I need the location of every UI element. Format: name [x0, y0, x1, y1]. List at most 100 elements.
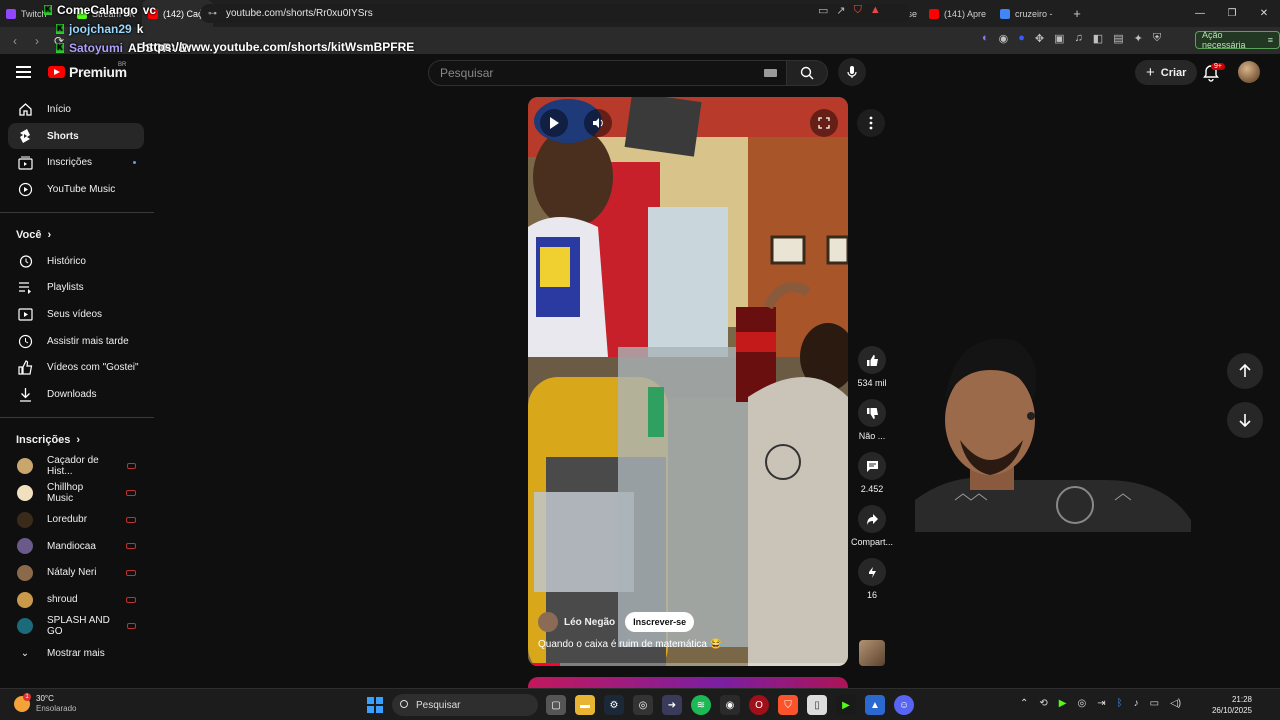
weather-widget[interactable]: 1 30°C Ensolarado [14, 693, 76, 714]
you-section-header[interactable]: Você › [0, 222, 154, 248]
tray-app-icon[interactable]: ◎ [1077, 698, 1086, 709]
screen-icon[interactable]: ▭ [818, 4, 828, 17]
short-caption[interactable]: Quando o caixa é ruim de matemática 😂 [538, 639, 722, 650]
sidebar-item-label: SPLASH AND GO [47, 615, 110, 638]
tray-app-icon[interactable]: ⇥ [1097, 698, 1105, 709]
subscribe-button[interactable]: Inscrever-se [625, 612, 695, 632]
short-video-player[interactable]: Léo Negão Inscrever-se Quando o caixa é … [528, 97, 848, 666]
sidebar-item[interactable]: Vídeos com "Gostei" [8, 355, 144, 382]
sidebar-item[interactable]: Início [8, 96, 144, 123]
action-required-button[interactable]: Ação necessária ≡ [1195, 30, 1280, 50]
account-avatar[interactable] [1238, 61, 1260, 83]
extension-icon[interactable]: ◐ [982, 32, 989, 45]
wallet-icon[interactable]: ▤ [1113, 32, 1123, 45]
media-icon[interactable]: ▣ [1054, 32, 1064, 45]
close-window-button[interactable]: ✕ [1248, 0, 1280, 27]
channel-name[interactable]: Léo Negão [564, 617, 615, 628]
sidebar-item[interactable]: Inscrições [8, 149, 144, 176]
sidebar-item[interactable]: Assistir mais tarde [8, 328, 144, 355]
new-tab-button[interactable]: + [1065, 6, 1089, 21]
bluetooth-icon[interactable]: ᛒ [1117, 698, 1123, 709]
comments-button[interactable]: 2.452 [848, 452, 896, 494]
address-bar[interactable]: ⊶ youtube.com/shorts/Rr0xu0IYSrs [200, 4, 910, 23]
minimize-button[interactable]: — [1184, 0, 1216, 27]
extension-icon[interactable]: ◉ [999, 32, 1009, 45]
app-icon[interactable]: ▲ [865, 695, 885, 715]
app-icon[interactable]: ◉ [720, 695, 740, 715]
windows-start-icon[interactable] [367, 697, 383, 713]
app-icon[interactable]: ◎ [633, 695, 653, 715]
brave-icon[interactable]: ⛉ [778, 695, 798, 715]
youtube-premium-logo[interactable]: Premium BR [48, 62, 127, 80]
sidebar-item[interactable]: SPLASH AND GO [8, 613, 144, 640]
sidebar-item[interactable]: Nátaly Neri [8, 560, 144, 587]
share-icon[interactable]: ↗ [836, 4, 845, 17]
like-button[interactable]: 534 mil [848, 346, 896, 388]
mute-button[interactable] [584, 109, 612, 137]
leo-ai-icon[interactable]: ✦ [1134, 32, 1143, 45]
browser-tab[interactable]: cruzeiro - [994, 0, 1065, 27]
tray-app-icon[interactable]: ▶ [1059, 698, 1067, 709]
channel-avatar [17, 591, 33, 608]
sidebar-item[interactable]: YouTube Music [8, 176, 144, 203]
chevron-up-icon[interactable]: ⌃ [1020, 698, 1028, 709]
sidebar-item[interactable]: Chillhop Music [8, 480, 144, 507]
sidebar-item-label: YouTube Music [47, 183, 116, 195]
sidebar-item[interactable]: Shorts [8, 122, 144, 150]
kick-icon[interactable]: ▶ [836, 695, 856, 715]
sidebar-toggle-icon[interactable]: ◧ [1093, 32, 1103, 45]
sidebar-item[interactable]: Seus vídeos [8, 301, 144, 328]
sidebar-item[interactable]: Downloads [8, 381, 144, 408]
back-icon[interactable]: ‹ [4, 34, 26, 48]
spotify-icon[interactable]: ≋ [691, 695, 711, 715]
file-icon[interactable]: ▯ [807, 695, 827, 715]
previous-short-button[interactable] [1227, 353, 1263, 389]
remix-button[interactable]: 16 [848, 558, 896, 600]
microphone-icon[interactable]: ♪ [1134, 698, 1139, 709]
steam-icon[interactable]: ⚙ [604, 695, 624, 715]
brave-rewards-icon[interactable]: ▲ [870, 4, 881, 17]
guide-menu-icon[interactable] [16, 66, 31, 78]
show-more-button[interactable]: ⌄ Mostrar mais [8, 640, 144, 667]
subscriptions-section-header[interactable]: Inscrições › [0, 427, 154, 453]
tab-title: Twitch [21, 8, 47, 19]
sidebar-item[interactable]: Loredubr [8, 506, 144, 533]
site-info-icon[interactable]: ⊶ [208, 8, 217, 19]
app-icon[interactable]: ➜ [662, 695, 682, 715]
sidebar-item[interactable]: Caçador de Hist... [8, 453, 144, 480]
music-icon[interactable]: ♫ [1075, 32, 1083, 45]
keyboard-icon[interactable] [764, 69, 777, 77]
more-options-button[interactable] [857, 109, 885, 137]
network-icon[interactable]: ▭ [1150, 698, 1159, 709]
sidebar-item[interactable]: Playlists [8, 274, 144, 301]
vpn-icon[interactable]: ⛨ [1153, 32, 1161, 45]
share-button[interactable]: Compart... [848, 505, 896, 547]
sidebar-item[interactable]: Histórico [8, 248, 144, 275]
opera-icon[interactable]: O [749, 695, 769, 715]
brave-shield-icon[interactable]: ⛉ [854, 4, 862, 17]
extension-icon[interactable]: ● [1018, 32, 1025, 45]
next-short-button[interactable] [1227, 402, 1263, 438]
task-view-icon[interactable]: ▢ [546, 695, 566, 715]
dislike-button[interactable]: Não ... [848, 399, 896, 441]
system-clock[interactable]: 21:28 26/10/2025 [1207, 694, 1252, 716]
puzzle-icon[interactable]: ✥ [1035, 32, 1044, 45]
play-button[interactable] [540, 109, 568, 137]
taskbar-search[interactable]: Pesquisar [392, 694, 538, 716]
browser-tab[interactable]: (141) Apre [923, 0, 994, 27]
channel-avatar[interactable] [538, 612, 558, 632]
sidebar-item[interactable]: shroud [8, 586, 144, 613]
discord-icon[interactable]: ☺ [894, 695, 914, 715]
sidebar-item[interactable]: Mandiocaa [8, 533, 144, 560]
volume-icon[interactable]: ◁) [1170, 698, 1181, 709]
file-explorer-icon[interactable]: ▬ [575, 695, 595, 715]
video-progress-bar[interactable] [528, 663, 848, 666]
fullscreen-button[interactable] [810, 109, 838, 137]
voice-search-button[interactable] [838, 58, 866, 86]
create-button[interactable]: + Criar [1135, 60, 1198, 85]
tray-app-icon[interactable]: ⟲ [1039, 698, 1047, 709]
search-input[interactable]: Pesquisar [428, 60, 790, 86]
sound-thumbnail[interactable] [859, 640, 885, 666]
search-button[interactable] [786, 60, 828, 86]
maximize-button[interactable]: ❐ [1216, 0, 1248, 27]
